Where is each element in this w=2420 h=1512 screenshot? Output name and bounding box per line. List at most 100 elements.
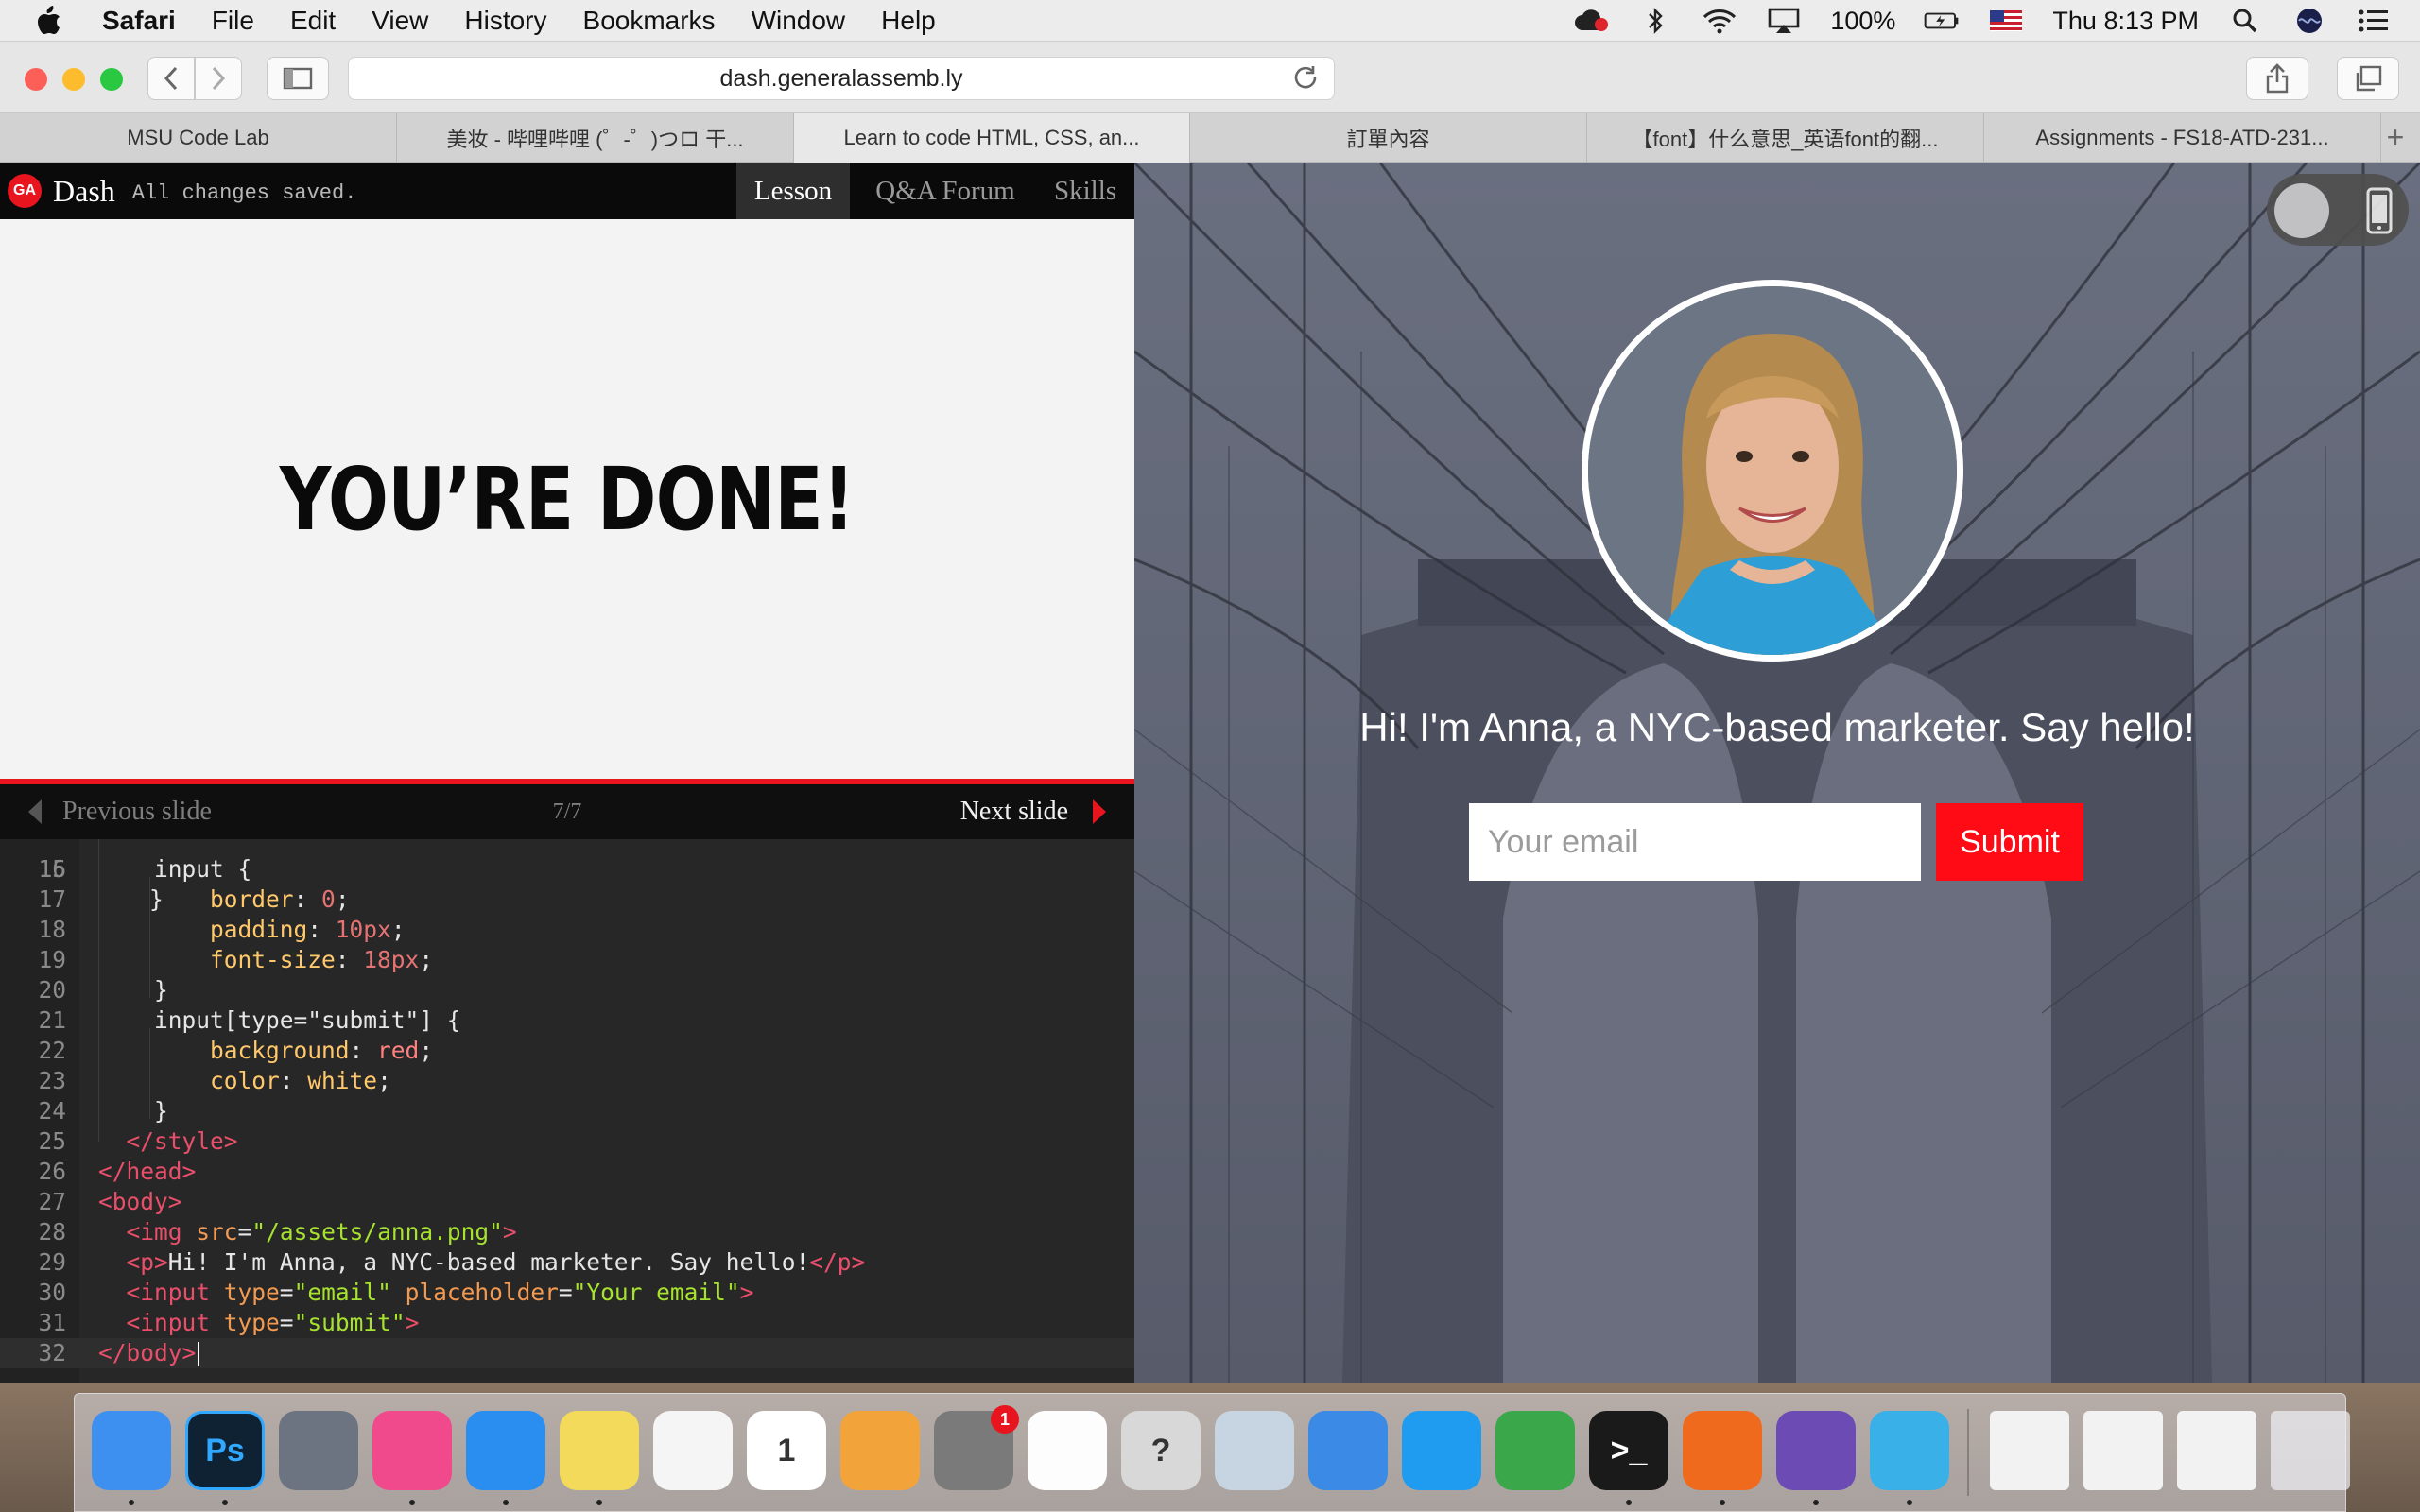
running-indicator: [409, 1500, 415, 1505]
previous-slide-label: Previous slide: [62, 797, 212, 826]
line-number: 31: [38, 1309, 66, 1336]
system-preferences-icon[interactable]: 1: [934, 1405, 1019, 1490]
app-store-icon[interactable]: [1402, 1411, 1481, 1490]
tab-skills[interactable]: Skills: [1040, 163, 1131, 219]
calendar-icon[interactable]: 1: [747, 1411, 826, 1490]
tab-lesson[interactable]: Lesson: [736, 163, 850, 219]
sidebar-toggle-button[interactable]: [267, 57, 329, 100]
us-flag-icon[interactable]: [1988, 7, 2024, 35]
bluetooth-icon[interactable]: [1637, 7, 1673, 35]
browser-tab[interactable]: 訂單內容: [1190, 113, 1587, 163]
reload-icon[interactable]: [1292, 64, 1321, 93]
browser-tab[interactable]: 美妆 - 哔哩哔哩 (゜-゜)つロ 干...: [397, 113, 794, 163]
siri-icon[interactable]: [2291, 7, 2327, 35]
code-text: border: 0;: [210, 885, 350, 913]
minimize-window-button[interactable]: [62, 68, 85, 91]
new-tab-button[interactable]: +: [2381, 113, 2410, 162]
wifi-icon[interactable]: [1702, 7, 1737, 35]
notification-center-icon[interactable]: [2356, 7, 2392, 35]
pages-icon[interactable]: [840, 1411, 920, 1490]
zoom-window-button[interactable]: [100, 68, 123, 91]
running-indicator: [1813, 1500, 1819, 1505]
share-button[interactable]: [2246, 57, 2308, 100]
previous-slide-button[interactable]: Previous slide: [25, 784, 212, 839]
email-input[interactable]: [1469, 803, 1921, 881]
code-text: }: [154, 976, 168, 1004]
itunes-icon[interactable]: [372, 1411, 452, 1490]
trash-icon[interactable]: [2271, 1411, 2350, 1490]
terminal-icon[interactable]: >_: [1589, 1411, 1668, 1490]
apple-menu-icon[interactable]: [34, 0, 70, 42]
menu-file[interactable]: File: [212, 6, 254, 36]
text-cursor: [198, 1342, 200, 1366]
code-text: <input type="submit">: [126, 1309, 420, 1336]
dash-header: GA Dash All changes saved. Lesson Q&A Fo…: [0, 163, 1134, 219]
code-text: font-size: 18px;: [210, 946, 434, 973]
creative-cloud-icon[interactable]: [1573, 7, 1609, 35]
menu-bookmarks[interactable]: Bookmarks: [583, 6, 716, 36]
launchpad-icon[interactable]: [279, 1411, 358, 1490]
code-text: input[type="submit"] {: [154, 1006, 461, 1034]
spotlight-search-icon[interactable]: [2227, 7, 2263, 35]
next-slide-button[interactable]: Next slide: [960, 784, 1110, 839]
forward-button[interactable]: [195, 57, 242, 100]
address-bar[interactable]: dash.generalassemb.ly: [348, 57, 1335, 100]
running-indicator: [129, 1500, 134, 1505]
help-icon[interactable]: ?: [1121, 1411, 1201, 1490]
preview-icon[interactable]: [1215, 1411, 1294, 1490]
notes-icon[interactable]: [560, 1411, 639, 1490]
code-line: 24 }: [0, 1096, 1134, 1126]
line-number: 21: [38, 1006, 66, 1034]
code-editor[interactable]: 15 } 16 input {17 border: 0; 18 padding: …: [0, 839, 1134, 1383]
menu-view[interactable]: View: [372, 6, 428, 36]
numbers-icon[interactable]: [1495, 1411, 1575, 1490]
line-number: 22: [38, 1037, 66, 1064]
code-line: 31 <input type="submit">: [0, 1308, 1134, 1338]
back-button[interactable]: [147, 57, 195, 100]
safari-icon[interactable]: [466, 1411, 545, 1490]
code-text: background: red;: [210, 1037, 434, 1064]
menu-history[interactable]: History: [464, 6, 546, 36]
device-view-toggle[interactable]: [2267, 174, 2409, 246]
dash-title[interactable]: Dash: [53, 174, 115, 209]
tabs-overview-icon: [2356, 65, 2382, 92]
screenshot-stack-icon[interactable]: [2083, 1411, 2163, 1490]
photoshop-icon[interactable]: Ps: [185, 1411, 265, 1490]
profile-avatar: [1582, 280, 1963, 662]
menu-app-name[interactable]: Safari: [102, 6, 176, 36]
downloads-stack-icon[interactable]: [2177, 1411, 2256, 1490]
ga-logo[interactable]: GA: [8, 174, 42, 208]
code-text: padding: 10px;: [210, 916, 406, 943]
firefox-icon[interactable]: [1683, 1411, 1762, 1490]
phone-icon[interactable]: [2365, 187, 2394, 234]
reminders-icon[interactable]: [653, 1411, 733, 1490]
tab-qa-forum[interactable]: Q&A Forum: [858, 163, 1032, 219]
triangle-right-icon: [1093, 799, 1106, 824]
airplay-icon[interactable]: [1766, 7, 1802, 35]
menu-help[interactable]: Help: [881, 6, 936, 36]
submit-button[interactable]: Submit: [1936, 803, 2083, 881]
browser-tab-active[interactable]: Learn to code HTML, CSS, an...: [794, 113, 1190, 163]
code-text: <img src="/assets/anna.png">: [126, 1218, 517, 1246]
tab-overview-button[interactable]: [2337, 57, 2399, 100]
github-icon[interactable]: [1776, 1411, 1856, 1490]
document-stack-icon[interactable]: [1990, 1411, 2069, 1490]
line-number: 18: [38, 916, 66, 943]
browser-tab[interactable]: MSU Code Lab: [0, 113, 397, 163]
battery-icon[interactable]: [1924, 7, 1960, 35]
browser-tab[interactable]: 【font】什么意思_英语font的翻...: [1587, 113, 1984, 163]
triangle-left-icon: [28, 799, 42, 824]
browser-tab[interactable]: Assignments - FS18-ATD-231...: [1984, 113, 2381, 163]
finder-icon[interactable]: [92, 1411, 171, 1490]
infuse-icon[interactable]: [1870, 1411, 1949, 1490]
close-window-button[interactable]: [25, 68, 47, 91]
menu-window[interactable]: Window: [752, 6, 846, 36]
chevron-right-icon: [212, 66, 226, 91]
menu-edit[interactable]: Edit: [290, 6, 336, 36]
keynote-icon[interactable]: [1308, 1411, 1388, 1490]
photos-icon[interactable]: [1028, 1411, 1107, 1490]
toggle-knob[interactable]: [2274, 183, 2329, 238]
clock[interactable]: Thu 8:13 PM: [2052, 7, 2199, 36]
line-number: 25: [38, 1127, 66, 1155]
notification-badge: 1: [991, 1405, 1019, 1434]
